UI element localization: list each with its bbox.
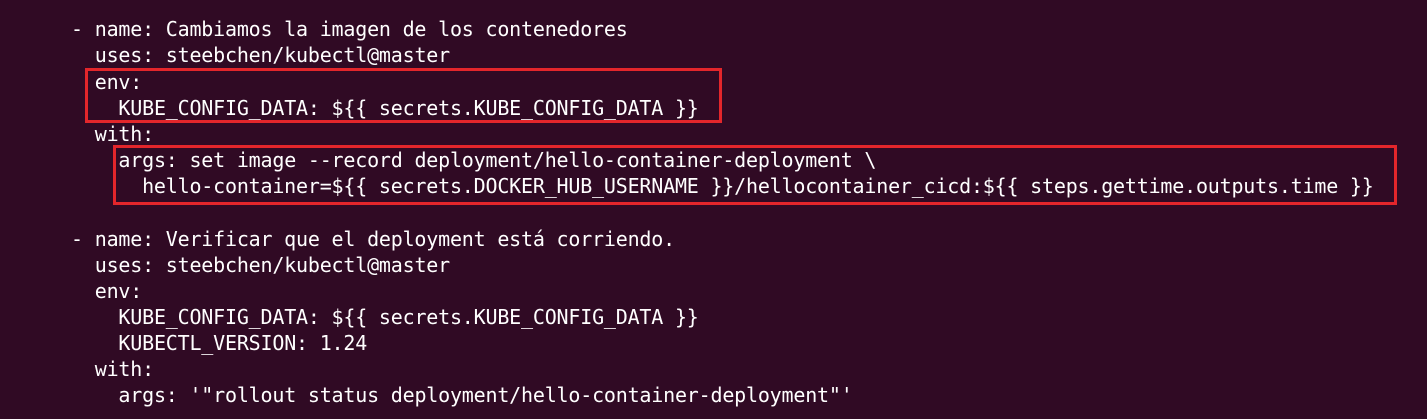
code-line-step2-kubectl-version: KUBECTL_VERSION: 1.24	[118, 331, 368, 355]
terminal-window: - name: Cambiamos la imagen de los conte…	[0, 0, 1427, 419]
code-line-step2-env: env:	[94, 279, 143, 303]
code-line-step2-name: - name: Verificar que el deployment está…	[71, 227, 675, 251]
code-line-step1-uses: uses: steebchen/kubectl@master	[94, 43, 450, 67]
code-line-step2-uses: uses: steebchen/kubectl@master	[94, 253, 450, 277]
args-highlight-box	[113, 145, 1397, 205]
code-line-step2-kube-config: KUBE_CONFIG_DATA: ${{ secrets.KUBE_CONFI…	[118, 305, 699, 329]
code-line-step1-name: - name: Cambiamos la imagen de los conte…	[71, 17, 628, 41]
code-line-step2-with: with:	[94, 357, 154, 381]
env-highlight-box	[85, 68, 722, 123]
code-line-step2-args: args: '"rollout status deployment/hello-…	[118, 383, 853, 407]
code-line-step1-with: with:	[94, 122, 154, 146]
